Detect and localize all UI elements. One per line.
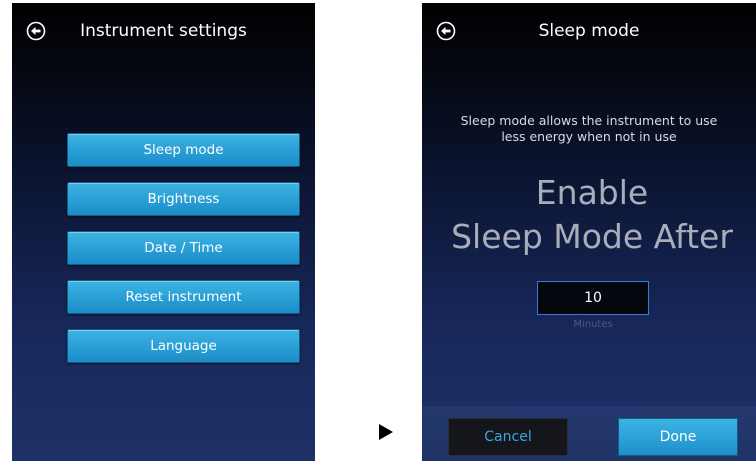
sleep-mode-button[interactable]: Sleep mode	[67, 133, 300, 167]
minutes-unit-label: Minutes	[573, 319, 613, 330]
sleep-mode-after-heading: Sleep Mode After	[451, 217, 733, 256]
page-title: Sleep mode	[538, 21, 640, 41]
page-title: Instrument settings	[80, 21, 247, 41]
back-arrow-circle-icon[interactable]	[26, 21, 46, 41]
cancel-button[interactable]: Cancel	[448, 418, 568, 456]
description-line: less energy when not in use	[501, 129, 677, 144]
brightness-button[interactable]: Brightness	[67, 182, 300, 216]
enable-heading: Enable	[535, 173, 649, 212]
right-triangle-arrow-icon	[379, 424, 393, 440]
back-arrow-circle-icon[interactable]	[436, 21, 456, 41]
date-time-button[interactable]: Date / Time	[67, 231, 300, 265]
action-footer: Cancel Done	[422, 406, 756, 461]
done-button[interactable]: Done	[618, 418, 738, 456]
sleep-mode-description: Sleep mode allows the instrument to use …	[432, 113, 746, 145]
screen-header: Sleep mode	[422, 3, 756, 59]
instrument-settings-screen: Instrument settings Sleep mode Brightnes…	[12, 3, 315, 461]
minutes-input[interactable]: 10	[537, 281, 649, 315]
language-button[interactable]: Language	[67, 329, 300, 363]
reset-instrument-button[interactable]: Reset instrument	[67, 280, 300, 314]
description-line: Sleep mode allows the instrument to use	[460, 113, 718, 128]
sleep-mode-screen: Sleep mode Sleep mode allows the instrum…	[422, 3, 756, 461]
screen-header: Instrument settings	[12, 3, 315, 59]
